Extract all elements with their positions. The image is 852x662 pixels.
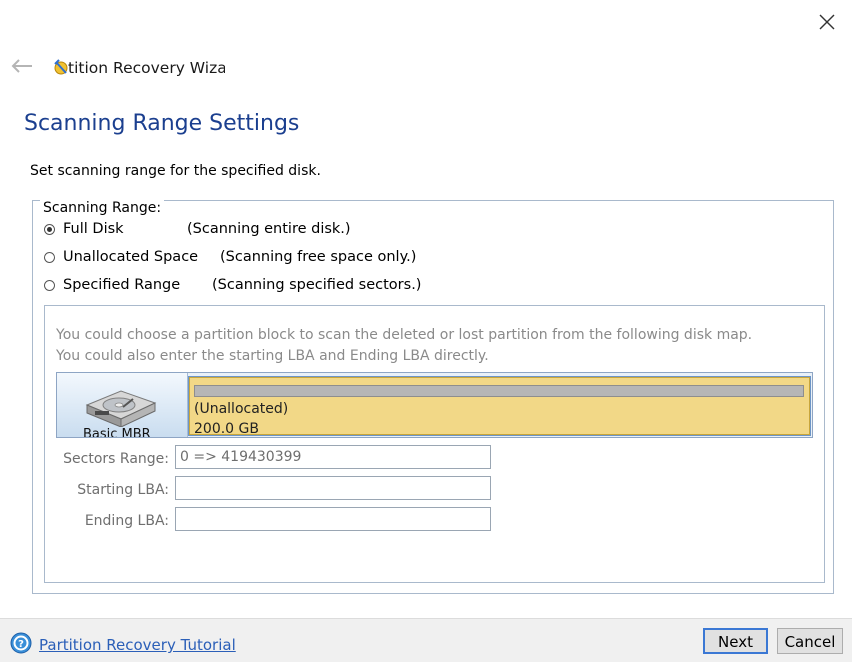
cancel-button[interactable]: Cancel [777, 628, 843, 654]
radio-full-disk-description: (Scanning entire disk.) [187, 221, 351, 237]
page-subtitle: Set scanning range for the specified dis… [30, 163, 321, 179]
radio-unallocated-space-description: (Scanning free space only.) [220, 249, 417, 265]
sectors-range-field[interactable] [175, 445, 491, 469]
radio-indicator[interactable] [44, 279, 55, 291]
radio-specified-range-description: (Scanning specified sectors.) [212, 277, 422, 293]
starting-lba-input[interactable] [175, 476, 491, 500]
starting-lba-label: Starting LBA: [77, 482, 169, 498]
next-button[interactable]: Next [703, 628, 768, 654]
radio-specified-range[interactable]: Specified Range [44, 275, 180, 295]
radio-full-disk[interactable]: Full Disk [44, 219, 124, 239]
partition-name: (Unallocated) [194, 401, 289, 417]
partition-block-unallocated[interactable]: (Unallocated) 200.0 GB [189, 377, 810, 437]
radio-unallocated-space[interactable]: Unallocated Space [44, 247, 198, 267]
close-button[interactable] [812, 8, 842, 36]
radio-full-disk-label: Full Disk [63, 221, 124, 237]
disk-map-info-line-2: You could also enter the starting LBA an… [56, 348, 489, 364]
tutorial-link[interactable]: Partition Recovery Tutorial [39, 635, 236, 655]
back-arrow-icon [11, 59, 32, 73]
disk-map-info-line-1: You could choose a partition block to sc… [56, 327, 753, 343]
disk-header[interactable]: Basic MBR [57, 373, 188, 438]
disk-map[interactable]: Basic MBR (Unallocated) 200.0 GB [56, 372, 813, 438]
disk-type-label: Basic MBR [83, 427, 151, 438]
radio-unallocated-space-label: Unallocated Space [63, 249, 199, 265]
scanning-range-legend: Scanning Range: [40, 198, 165, 218]
svg-text:?: ? [18, 639, 24, 650]
partition-size: 200.0 GB [194, 421, 259, 437]
close-icon [819, 14, 835, 30]
hard-disk-icon [85, 390, 157, 427]
window-title: tition Recovery Wiza [68, 59, 225, 77]
radio-indicator[interactable] [44, 251, 55, 263]
partition-usage-bar [194, 385, 804, 397]
radio-selected-indicator[interactable] [44, 223, 55, 235]
back-button[interactable] [8, 54, 36, 78]
page-title: Scanning Range Settings [24, 111, 300, 136]
radio-specified-range-label: Specified Range [63, 277, 181, 293]
sectors-range-label: Sectors Range: [63, 451, 169, 467]
help-icon[interactable]: ? [10, 632, 32, 654]
ending-lba-label: Ending LBA: [84, 513, 169, 529]
ending-lba-input[interactable] [175, 507, 491, 531]
